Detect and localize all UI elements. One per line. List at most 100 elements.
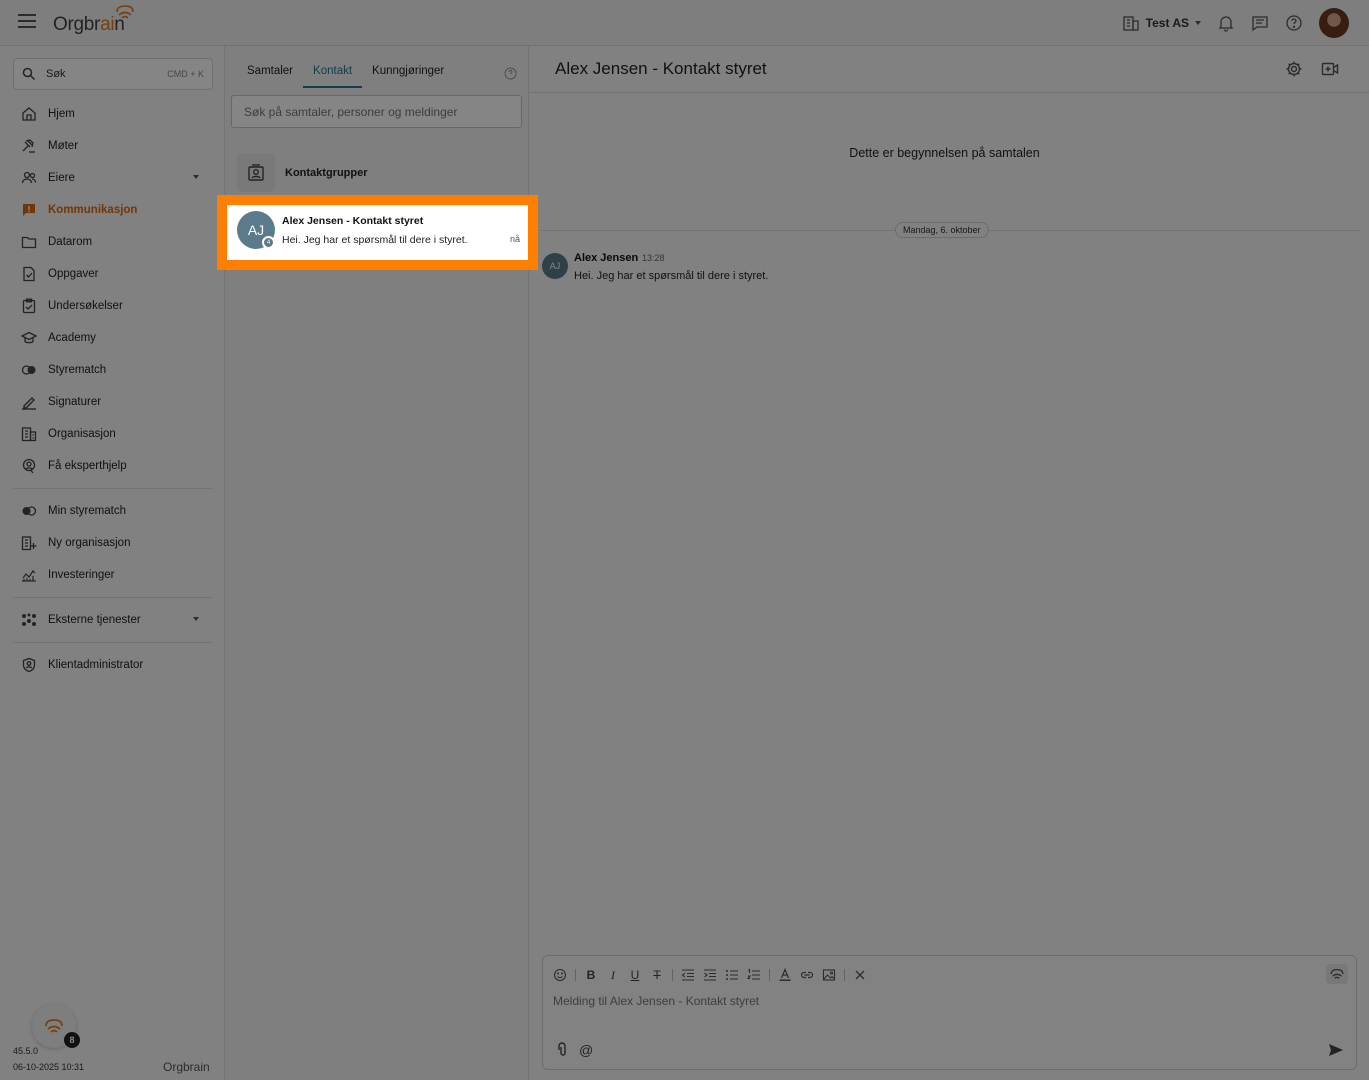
contact-groups-label: Kontaktgrupper bbox=[285, 167, 368, 179]
nav-item-hjem[interactable]: Hjem bbox=[13, 98, 213, 130]
italic-icon[interactable]: I bbox=[606, 968, 620, 982]
toolbar-separator bbox=[672, 969, 673, 981]
nav-label: Klientadministrator bbox=[48, 659, 144, 671]
strikethrough-icon[interactable]: T bbox=[650, 968, 664, 982]
contact-groups-item[interactable]: Kontaktgrupper bbox=[237, 154, 517, 192]
image-icon[interactable] bbox=[822, 968, 836, 982]
building-icon bbox=[21, 427, 37, 442]
building-icon bbox=[1123, 16, 1139, 31]
main-nav: Hjem Møter Eiere Kommunikasjon Datarom O… bbox=[13, 98, 213, 681]
text-color-icon[interactable] bbox=[778, 968, 792, 982]
brain-logo-icon bbox=[1330, 968, 1344, 979]
chevron-down-icon bbox=[193, 175, 199, 179]
sidebar: Søk CMD + K Hjem Møter Eiere Kommunikasj… bbox=[0, 46, 225, 1080]
unread-badge: 4 bbox=[262, 236, 275, 249]
message-input[interactable] bbox=[553, 994, 1333, 1008]
nav-label: Oppgaver bbox=[48, 268, 99, 280]
chart-icon bbox=[22, 570, 36, 582]
nav-label: Hjem bbox=[48, 108, 75, 120]
ai-assist-button[interactable] bbox=[1326, 964, 1348, 984]
nav-item-ny-organisasjon[interactable]: Ny organisasjon bbox=[13, 527, 213, 559]
app-window: Orgbrain Test AS Søk CMD + K Hjem Møter … bbox=[0, 0, 1369, 1080]
nav-label: Undersøkelser bbox=[48, 300, 123, 312]
top-bar: Orgbrain Test AS bbox=[0, 0, 1369, 46]
nav-item-organisasjon[interactable]: Organisasjon bbox=[13, 418, 213, 450]
underline-icon[interactable]: U bbox=[628, 968, 642, 982]
toolbar-separator bbox=[575, 969, 576, 981]
building-add-icon bbox=[21, 536, 37, 551]
message-icon[interactable] bbox=[1251, 14, 1269, 32]
nav-item-eksterne-tjenester[interactable]: Eksterne tjenester bbox=[13, 604, 213, 636]
nav-label: Møter bbox=[48, 140, 79, 152]
nav-label: Academy bbox=[48, 332, 96, 344]
bold-icon[interactable]: B bbox=[584, 968, 598, 982]
nav-item-kommunikasjon[interactable]: Kommunikasjon bbox=[13, 194, 213, 226]
nav-label: Min styrematch bbox=[48, 505, 126, 517]
logo-text-a: Orgbr bbox=[53, 14, 101, 35]
app-version: 45.5.0 bbox=[13, 1046, 39, 1056]
build-date: 06-10-2025 10:31 bbox=[13, 1062, 85, 1072]
help-icon[interactable] bbox=[504, 67, 517, 80]
numbered-list-icon[interactable] bbox=[747, 968, 761, 982]
nav-item-investeringer[interactable]: Investeringer bbox=[13, 559, 213, 591]
tab-kontakt[interactable]: Kontakt bbox=[303, 56, 363, 88]
nav-item-styrematch[interactable]: Styrematch bbox=[13, 354, 213, 386]
chat-title: Alex Jensen - Kontakt styret bbox=[555, 59, 767, 78]
indent-increase-icon[interactable] bbox=[703, 968, 717, 982]
nav-label: Ny organisasjon bbox=[48, 537, 131, 549]
user-avatar[interactable] bbox=[1319, 8, 1349, 38]
contact-card-icon bbox=[237, 154, 275, 192]
conversation-item-highlighted[interactable]: AJ 4 Alex Jensen - Kontakt styret Hei. J… bbox=[217, 195, 538, 270]
nav-divider bbox=[13, 488, 213, 489]
nav-item-academy[interactable]: Academy bbox=[13, 322, 213, 354]
toolbar-separator bbox=[844, 969, 845, 981]
nav-label: Organisasjon bbox=[48, 428, 116, 440]
link-icon[interactable] bbox=[800, 968, 814, 982]
video-call-icon[interactable] bbox=[1321, 60, 1339, 78]
conversation-time: nå bbox=[509, 234, 520, 244]
nav-item-moter[interactable]: Møter bbox=[13, 130, 213, 162]
nav-item-oppgaver[interactable]: Oppgaver bbox=[13, 258, 213, 290]
search-label: Søk bbox=[46, 68, 66, 80]
gear-icon[interactable] bbox=[1285, 60, 1303, 78]
apps-icon bbox=[22, 613, 36, 626]
global-search[interactable]: Søk CMD + K bbox=[13, 58, 213, 90]
chat-panel: Alex Jensen - Kontakt styret Dette er be… bbox=[530, 46, 1369, 1080]
match-icon bbox=[21, 365, 36, 375]
nav-item-eiere[interactable]: Eiere bbox=[13, 162, 213, 194]
match-icon bbox=[22, 506, 37, 516]
indent-decrease-icon[interactable] bbox=[681, 968, 695, 982]
message-time: 13:28 bbox=[642, 253, 665, 263]
org-name: Test AS bbox=[1145, 16, 1189, 30]
nav-item-eksperthjelp[interactable]: Få eksperthjelp bbox=[13, 450, 213, 482]
top-right-actions: Test AS bbox=[1122, 8, 1349, 38]
nav-item-signaturer[interactable]: Signaturer bbox=[13, 386, 213, 418]
org-switcher[interactable]: Test AS bbox=[1122, 14, 1201, 32]
nav-label: Signaturer bbox=[48, 396, 102, 408]
nav-item-klientadministrator[interactable]: Klientadministrator bbox=[13, 649, 213, 681]
message-author[interactable]: Alex Jensen bbox=[574, 252, 638, 264]
expert-icon bbox=[22, 458, 36, 474]
nav-label: Kommunikasjon bbox=[48, 204, 138, 216]
bell-icon[interactable] bbox=[1217, 14, 1235, 32]
bullet-list-icon[interactable] bbox=[725, 968, 739, 982]
footer-logo: Orgbrain bbox=[163, 1060, 210, 1074]
help-icon[interactable] bbox=[1285, 14, 1303, 32]
clear-format-icon[interactable] bbox=[853, 968, 867, 982]
nav-item-min-styrematch[interactable]: Min styrematch bbox=[13, 495, 213, 527]
paperclip-icon[interactable] bbox=[555, 1042, 569, 1058]
logo-text-b: ai bbox=[100, 14, 115, 35]
menu-icon[interactable] bbox=[18, 14, 36, 28]
nav-item-datarom[interactable]: Datarom bbox=[13, 226, 213, 258]
nav-item-undersokelser[interactable]: Undersøkelser bbox=[13, 290, 213, 322]
message-avatar[interactable]: AJ bbox=[542, 253, 568, 279]
tab-samtaler[interactable]: Samtaler bbox=[237, 56, 303, 88]
folder-icon bbox=[21, 236, 37, 249]
conversation-search-input[interactable] bbox=[231, 95, 522, 128]
message-composer: B I U T @ bbox=[542, 955, 1357, 1070]
send-icon[interactable] bbox=[1328, 1042, 1344, 1058]
tab-kunngjoringer[interactable]: Kunngjøringer bbox=[362, 56, 454, 88]
conversation-start-note: Dette er begynnelsen på samtalen bbox=[849, 146, 1040, 160]
mention-button[interactable]: @ bbox=[579, 1042, 593, 1058]
emoji-icon[interactable] bbox=[553, 968, 567, 982]
